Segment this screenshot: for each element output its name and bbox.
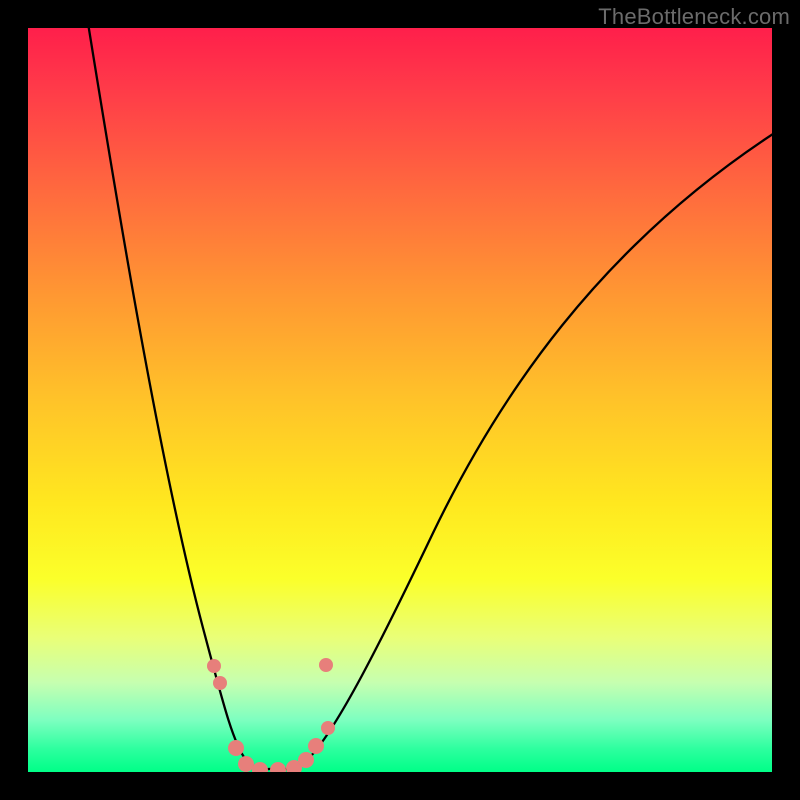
data-marker [207, 659, 221, 673]
data-marker [308, 738, 324, 754]
chart-plot-area [28, 28, 772, 772]
chart-svg [28, 28, 772, 772]
curve-group [88, 28, 772, 769]
data-marker [321, 721, 335, 735]
data-marker [270, 762, 286, 772]
data-marker [319, 658, 333, 672]
data-marker [298, 752, 314, 768]
curve-right [276, 132, 772, 769]
curve-left [88, 28, 276, 769]
watermark-text: TheBottleneck.com [598, 4, 790, 30]
data-marker [238, 756, 254, 772]
data-marker [252, 762, 268, 772]
data-marker [228, 740, 244, 756]
data-marker [213, 676, 227, 690]
